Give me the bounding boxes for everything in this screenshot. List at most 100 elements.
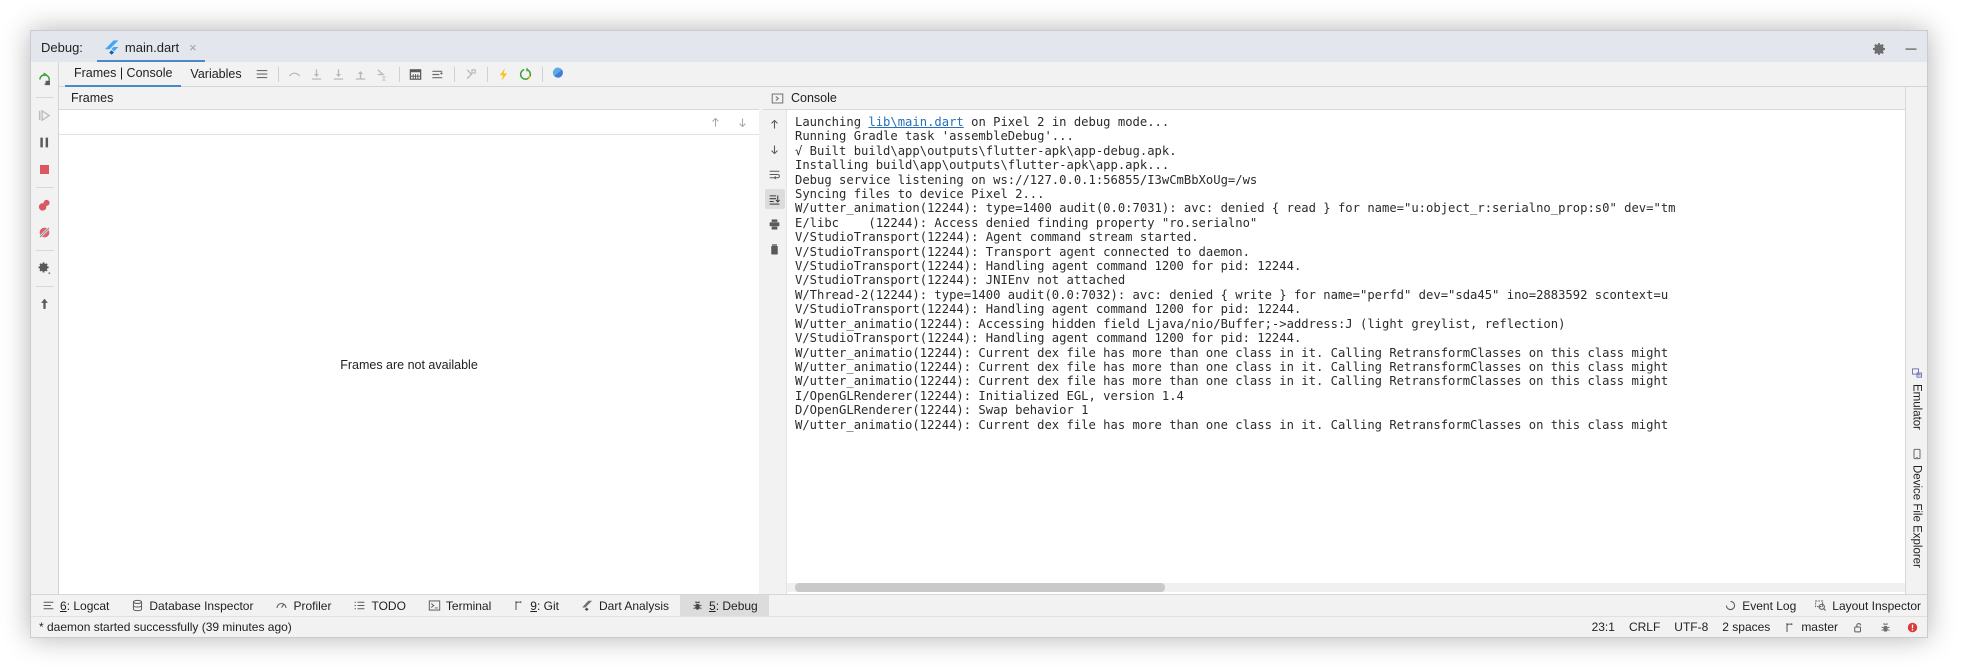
- console-lines: Launching lib\main.dart on Pixel 2 in de…: [795, 115, 1905, 432]
- settings-icon[interactable]: [33, 256, 57, 280]
- edge-button-emulator[interactable]: Emulator: [1911, 367, 1923, 430]
- tool-window-logcat[interactable]: 6: Logcat: [31, 595, 120, 617]
- right-tool-strip: Emulator Device File Explorer: [1905, 87, 1927, 594]
- titlebar-actions: [1871, 41, 1919, 57]
- logcat-icon: [42, 599, 55, 612]
- scroll-down-icon[interactable]: [765, 139, 785, 159]
- tab-main-dart[interactable]: main.dart ×: [96, 36, 205, 62]
- git-icon: [513, 599, 525, 612]
- tool-window-event-log[interactable]: Event Log: [1724, 595, 1796, 617]
- toolbar-divider-5: [541, 66, 543, 82]
- console-line: Running Gradle task 'assembleDebug'...: [795, 129, 1074, 144]
- tool-window-database-inspector[interactable]: Database Inspector: [120, 595, 264, 617]
- unlocked-icon[interactable]: [1852, 621, 1865, 634]
- rerun-icon[interactable]: [33, 67, 57, 91]
- console-line: W/utter_animatio(12244): Accessing hidde…: [795, 316, 1566, 331]
- soft-wrap-icon[interactable]: [765, 164, 785, 184]
- open-devtools-icon[interactable]: [548, 63, 570, 85]
- layout-settings-icon[interactable]: [251, 63, 273, 85]
- console-line: W/utter_animatio(12244): Current dex fil…: [795, 359, 1669, 374]
- tool-window-bar: 6: Logcat Database Inspector Profiler TODO T…: [31, 594, 1927, 617]
- console-row: Launching lib\main.dart on Pixel 2 in de…: [763, 110, 1905, 594]
- view-breakpoints-icon[interactable]: [33, 193, 57, 217]
- layout-inspector-icon: [1814, 599, 1827, 612]
- line-separator[interactable]: CRLF: [1629, 620, 1660, 634]
- tool-window-label: 6: Logcat: [60, 598, 110, 613]
- debug-titlebar: Debug: main.dart ×: [31, 31, 1927, 62]
- debug-label: Debug:: [41, 40, 83, 55]
- frames-header-label: Frames: [71, 91, 114, 105]
- step-out-icon[interactable]: [350, 63, 372, 85]
- tool-window-debug[interactable]: 5: Debug: [680, 594, 769, 617]
- tool-window-label: TODO: [371, 598, 406, 613]
- caret-position[interactable]: 23:1: [1592, 620, 1615, 634]
- step-into-icon[interactable]: [328, 63, 350, 85]
- tool-window-dart-analysis[interactable]: Dart Analysis: [570, 595, 680, 617]
- resume-program-icon[interactable]: [33, 103, 57, 127]
- tool-window-layout-inspector[interactable]: Layout Inspector: [1814, 595, 1921, 617]
- tool-window-profiler[interactable]: Profiler: [264, 595, 342, 617]
- error-badge-icon[interactable]: [1906, 621, 1919, 634]
- watches-icon[interactable]: [427, 63, 449, 85]
- toolbar-divider-3: [453, 66, 455, 82]
- console-line: D/OpenGLRenderer(12244): Swap behavior 1: [795, 403, 1089, 418]
- step-over-icon[interactable]: [306, 63, 328, 85]
- tool-window-layout-inspector-label: Layout Inspector: [1832, 598, 1921, 613]
- print-icon[interactable]: [765, 214, 785, 234]
- tab-frames-console[interactable]: Frames | Console: [65, 62, 182, 87]
- tool-window-buttons: 6: Logcat Database Inspector Profiler TODO T…: [31, 594, 769, 617]
- clear-all-icon[interactable]: [765, 239, 785, 259]
- status-bar-right: 23:1 CRLF UTF-8 2 spaces master: [1592, 620, 1919, 634]
- file-encoding[interactable]: UTF-8: [1674, 620, 1708, 634]
- scroll-to-end-icon[interactable]: [764, 189, 785, 209]
- stop-icon[interactable]: [33, 157, 57, 181]
- run-to-cursor-icon[interactable]: [372, 63, 394, 85]
- console-hscrollbar-thumb[interactable]: [795, 583, 1165, 592]
- scroll-up-icon[interactable]: [765, 114, 785, 134]
- edge-button-device-file-explorer-label: Device File Explorer: [1910, 465, 1923, 568]
- minimize-icon[interactable]: [1903, 41, 1919, 57]
- tool-window-label: 9: Git: [530, 598, 559, 613]
- tool-window-terminal[interactable]: Terminal: [417, 595, 502, 617]
- console-header: Console: [763, 87, 1905, 110]
- console-line: W/Thread-2(12244): type=1400 audit(0.0:7…: [795, 287, 1669, 302]
- console-line: W/utter_animatio(12244): Current dex fil…: [795, 417, 1669, 432]
- hot-restart-icon[interactable]: [515, 63, 537, 85]
- toolbar-divider-1: [277, 66, 279, 82]
- gear-icon[interactable]: [1871, 41, 1887, 57]
- debug-content: Frames | Console Variables Frames Frames…: [59, 62, 1927, 594]
- flutter-icon: [104, 40, 119, 55]
- tool-window-todo[interactable]: TODO: [342, 595, 416, 617]
- pause-program-icon[interactable]: [33, 130, 57, 154]
- evaluate-expression-icon[interactable]: [405, 63, 427, 85]
- vcs-branch[interactable]: master: [1784, 620, 1838, 634]
- show-execution-point-icon[interactable]: [284, 63, 306, 85]
- console-file-link[interactable]: lib\main.dart: [868, 115, 963, 129]
- tool-window-event-log-label: Event Log: [1742, 598, 1797, 613]
- console-line: V/StudioTransport(12244): Handling agent…: [795, 331, 1302, 346]
- mute-breakpoints-icon[interactable]: [33, 220, 57, 244]
- console-output[interactable]: Launching lib\main.dart on Pixel 2 in de…: [787, 110, 1905, 594]
- close-icon[interactable]: ×: [189, 41, 197, 54]
- expand-right-icon[interactable]: [771, 92, 784, 105]
- console-line: V/StudioTransport(12244): Transport agen…: [795, 244, 1250, 259]
- debug-tool-window: Debug: main.dart × Frames | Console Vari…: [30, 30, 1928, 638]
- arrow-down-icon[interactable]: [736, 116, 749, 129]
- console-line: W/utter_animation(12244): type=1400 audi…: [795, 201, 1676, 216]
- screenshot-root: Debug: main.dart × Frames | Console Vari…: [0, 0, 1966, 669]
- tool-window-git[interactable]: 9: Git: [502, 595, 570, 617]
- terminal-icon: [428, 599, 441, 612]
- hot-reload-icon[interactable]: [493, 63, 515, 85]
- pin-tab-icon[interactable]: [33, 292, 57, 316]
- arrow-up-icon[interactable]: [709, 116, 722, 129]
- vcs-branch-label: master: [1801, 620, 1838, 634]
- tool-window-bar-right: Event Log Layout Inspector: [1724, 595, 1921, 617]
- edge-button-device-file-explorer[interactable]: Device File Explorer: [1911, 448, 1923, 568]
- threads-icon[interactable]: [460, 63, 482, 85]
- inspections-icon[interactable]: [1879, 621, 1892, 634]
- debug-body: Frames | Console Variables Frames Frames…: [31, 62, 1927, 594]
- frames-pane: Frames Frames are not available: [59, 87, 759, 594]
- indent-setting[interactable]: 2 spaces: [1722, 620, 1770, 634]
- rail-divider-3: [35, 250, 54, 251]
- tab-variables[interactable]: Variables: [181, 62, 250, 87]
